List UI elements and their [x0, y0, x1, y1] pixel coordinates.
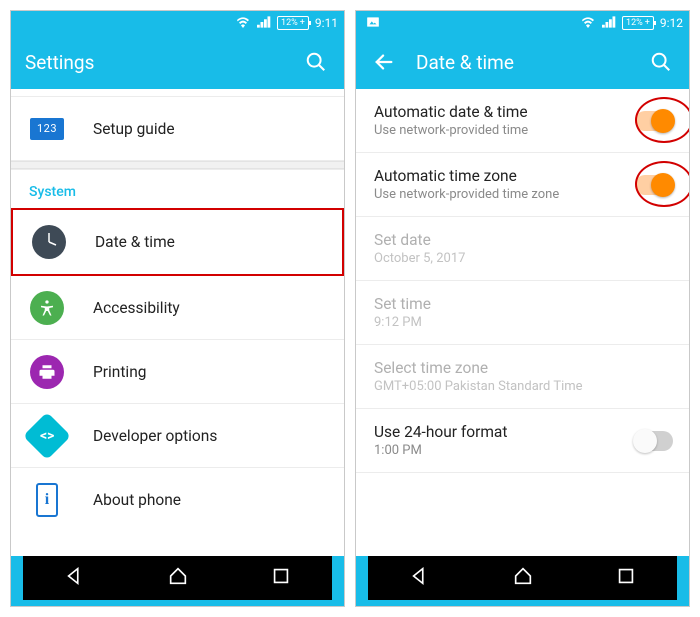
setting-subtitle: 1:00 PM [374, 443, 607, 458]
list-item-setup-guide[interactable]: 123 Setup guide [11, 97, 344, 161]
list-item-select-time-zone: Select time zone GMT+05:00 Pakistan Stan… [356, 345, 689, 409]
list-item-label: About phone [93, 491, 328, 509]
setting-title: Set time [374, 295, 673, 313]
highlight-date-time: Date & time [11, 208, 344, 276]
battery-indicator: 12% + [277, 16, 309, 30]
list-item-auto-date-time[interactable]: Automatic date & time Use network-provid… [356, 89, 689, 153]
battery-percent: 12% [281, 18, 298, 28]
about-phone-icon: i [36, 483, 58, 517]
list-item-label: Date & time [95, 233, 326, 251]
battery-percent: 12% [626, 18, 643, 28]
toggle-24hour-format[interactable] [635, 431, 673, 451]
battery-plus: + [645, 18, 650, 28]
setting-subtitle: Use network-provided time [374, 123, 607, 138]
list-item-auto-time-zone[interactable]: Automatic time zone Use network-provided… [356, 153, 689, 217]
list-item-about-phone[interactable]: i About phone [11, 468, 344, 532]
screenshot-icon [366, 16, 380, 31]
navigation-bar [23, 556, 332, 600]
battery-indicator: 12% + [622, 16, 654, 30]
setting-subtitle: GMT+05:00 Pakistan Standard Time [374, 379, 673, 394]
list-item-24hour-format[interactable]: Use 24-hour format 1:00 PM [356, 409, 689, 473]
section-divider [11, 161, 344, 169]
page-title: Settings [25, 51, 284, 74]
status-bar: 12% + 9:12 [356, 11, 689, 35]
page-title: Date & time [416, 51, 629, 74]
list-item-accessibility[interactable]: Accessibility [11, 276, 344, 340]
list-item-label: Developer options [93, 427, 328, 445]
nav-home-icon[interactable] [512, 565, 534, 591]
app-bar: Date & time [356, 35, 689, 89]
printing-icon [30, 355, 64, 389]
list-item-set-date: Set date October 5, 2017 [356, 217, 689, 281]
phone-left: 12% + 9:11 Settings 123 Setup guide Syst… [10, 10, 345, 607]
list-item-set-time: Set time 9:12 PM [356, 281, 689, 345]
accessibility-icon [30, 291, 64, 325]
nav-home-icon[interactable] [167, 565, 189, 591]
wifi-icon [580, 16, 596, 31]
setting-title: Select time zone [374, 359, 673, 377]
list-item-developer-options[interactable]: <> Developer options [11, 404, 344, 468]
status-clock: 9:11 [315, 16, 338, 30]
search-icon[interactable] [647, 48, 675, 76]
setting-title: Automatic date & time [374, 103, 607, 121]
list-item-label: Accessibility [93, 299, 328, 317]
nav-back-icon[interactable] [409, 565, 431, 591]
list-item-printing[interactable]: Printing [11, 340, 344, 404]
status-clock: 9:12 [660, 16, 683, 30]
developer-icon: <> [23, 411, 71, 459]
setting-title: Use 24-hour format [374, 423, 607, 441]
setting-subtitle: Use network-provided time zone [374, 187, 607, 202]
setup-badge-icon: 123 [30, 118, 64, 140]
back-arrow-icon[interactable] [370, 48, 398, 76]
nav-recent-icon[interactable] [270, 565, 292, 591]
clock-icon [32, 225, 66, 259]
setting-title: Automatic time zone [374, 167, 607, 185]
status-bar: 12% + 9:11 [11, 11, 344, 35]
nav-recent-icon[interactable] [615, 565, 637, 591]
setting-subtitle: October 5, 2017 [374, 251, 673, 266]
list-item-label: Setup guide [93, 120, 328, 138]
date-time-list: Automatic date & time Use network-provid… [356, 89, 689, 556]
search-icon[interactable] [302, 48, 330, 76]
wifi-icon [235, 16, 251, 31]
navigation-bar [368, 556, 677, 600]
setting-title: Set date [374, 231, 673, 249]
list-item-date-time[interactable]: Date & time [13, 210, 342, 274]
signal-icon [602, 16, 616, 31]
settings-list: 123 Setup guide System Date & time [11, 89, 344, 556]
toggle-auto-time-zone[interactable] [635, 175, 673, 195]
app-bar: Settings [11, 35, 344, 89]
setting-subtitle: 9:12 PM [374, 315, 673, 330]
section-title-system: System [11, 169, 344, 208]
nav-back-icon[interactable] [64, 565, 86, 591]
phone-right: 12% + 9:12 Date & time Automatic date & … [355, 10, 690, 607]
list-item-label: Printing [93, 363, 328, 381]
toggle-auto-date-time[interactable] [635, 111, 673, 131]
signal-icon [257, 16, 271, 31]
battery-plus: + [300, 18, 305, 28]
